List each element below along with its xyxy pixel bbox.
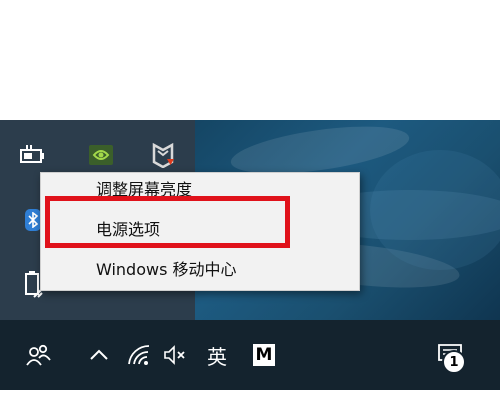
menu-item-adjust-brightness[interactable]: 调整屏幕亮度 [96,179,192,197]
people-icon[interactable] [22,338,56,372]
chevron-up-icon[interactable] [86,338,112,372]
ime-m-icon[interactable]: M [250,338,278,372]
notification-count-badge: 1 [442,350,466,374]
blank-area [0,390,500,400]
wifi-icon[interactable] [126,338,152,372]
taskbar: 英 M 1 [0,320,500,390]
ime-mode-indicator[interactable]: 英 [202,338,232,372]
mcafee-icon[interactable] [148,140,178,170]
nvidia-icon[interactable] [86,140,116,170]
ime-m-label: M [253,344,275,366]
notification-icon[interactable]: 1 [428,338,472,374]
highlight-annotation-box [45,196,290,248]
menu-item-windows-mobility-center[interactable]: Windows 移动中心 [96,259,237,281]
volume-muted-icon[interactable] [162,338,188,372]
battery-icon[interactable] [18,140,48,170]
blank-area [0,0,500,120]
wallpaper-wave [370,150,500,270]
